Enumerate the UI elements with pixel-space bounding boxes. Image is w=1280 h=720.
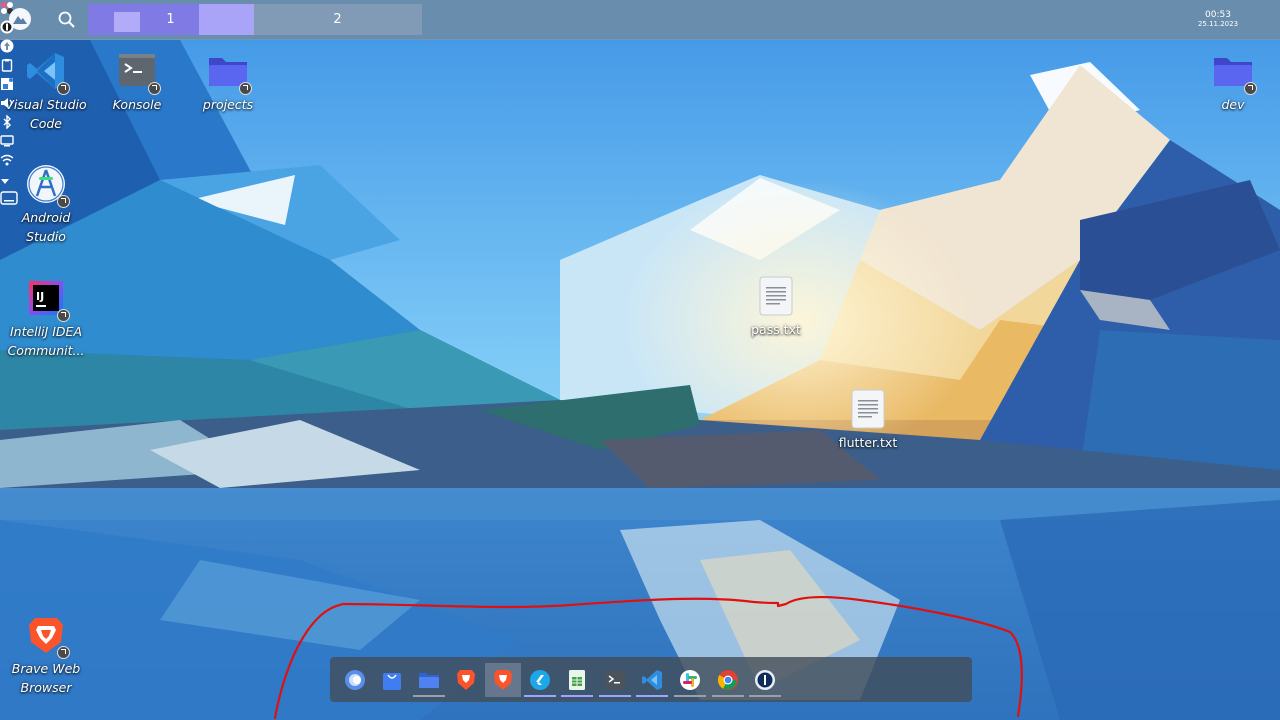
brave-icon <box>25 614 70 659</box>
window-thumbnail <box>114 12 140 32</box>
search-button[interactable] <box>57 10 77 30</box>
flutter-icon <box>530 670 550 690</box>
brave-icon <box>494 670 512 690</box>
window-thumbnail <box>199 4 254 35</box>
bluetooth-icon[interactable] <box>0 114 1280 133</box>
dock-item-toggle[interactable] <box>337 663 373 697</box>
svg-text:IJ: IJ <box>36 290 44 303</box>
dock-item-brave-active[interactable] <box>485 663 521 697</box>
slack-icon <box>680 670 700 690</box>
dock-item-slack[interactable] <box>672 663 708 697</box>
toggle-icon <box>345 670 365 690</box>
mountain-logo-icon <box>13 16 27 24</box>
virtual-desktop-pager: 1 2 <box>88 4 422 35</box>
desktop-icon-label: pass.txt <box>751 322 801 337</box>
desktop-number: 2 <box>333 12 342 27</box>
running-indicator <box>712 695 744 697</box>
vscode-icon <box>642 670 662 690</box>
application-launcher-button[interactable] <box>9 8 31 30</box>
running-indicator <box>413 695 445 697</box>
desktop-icon-label: Android Studio <box>21 210 71 244</box>
running-indicator <box>599 695 631 697</box>
terminal-icon <box>605 671 625 689</box>
dock-panel <box>330 657 972 702</box>
dock-item-store[interactable] <box>374 663 410 697</box>
running-indicator <box>636 695 668 697</box>
clock-time: 00:53 <box>1205 10 1231 20</box>
virtual-desktop-2[interactable]: 2 <box>253 4 422 35</box>
volume-icon[interactable] <box>0 95 1280 114</box>
clock-date: 25.11.2023 <box>1197 20 1239 28</box>
store-icon <box>383 673 401 690</box>
desktop-number: 1 <box>166 12 175 27</box>
intellij-icon: IJ <box>25 277 70 322</box>
running-indicator <box>674 695 706 697</box>
chrome-icon <box>717 670 738 690</box>
show-desktop-button[interactable] <box>0 190 18 209</box>
desktop-icon-label: IntelliJ IDEA Communit... <box>7 324 85 358</box>
desktop-icon-intellij-idea[interactable]: IJ IntelliJ IDEA Communit... <box>0 277 92 360</box>
desktop-icon-pass-txt[interactable]: pass.txt <box>730 275 822 339</box>
expand-tray-icon[interactable] <box>0 171 1280 190</box>
display-icon[interactable] <box>0 133 1280 152</box>
text-file-icon <box>755 275 797 317</box>
dock-item-terminal[interactable] <box>597 663 633 697</box>
clipboard-icon[interactable] <box>0 57 1280 76</box>
desktop-icon-label: flutter.txt <box>838 435 898 450</box>
spreadsheet-icon <box>569 670 585 690</box>
dock-item-vscode[interactable] <box>634 663 670 697</box>
wifi-icon[interactable] <box>0 152 1280 171</box>
dock-item-flutter[interactable] <box>522 663 558 697</box>
brave-icon <box>457 670 475 690</box>
desktop-icon-flutter-txt[interactable]: flutter.txt <box>822 388 914 452</box>
folder-icon <box>419 673 439 688</box>
dock-item-password-manager[interactable] <box>747 663 783 697</box>
dock-item-chrome[interactable] <box>710 663 746 697</box>
running-indicator <box>524 695 556 697</box>
search-icon <box>58 11 75 28</box>
updates-icon[interactable] <box>0 38 1280 57</box>
password-manager-icon <box>755 670 775 690</box>
running-indicator <box>561 695 593 697</box>
desktop-icon-brave-web-browser[interactable]: Brave Web Browser <box>0 614 92 697</box>
show-desktop-icon <box>0 191 18 205</box>
notes-icon[interactable] <box>0 76 1280 95</box>
text-file-icon <box>847 388 889 430</box>
virtual-desktop-1[interactable]: 1 <box>88 4 254 35</box>
dock-item-files[interactable] <box>411 663 447 697</box>
desktop-icon-label: Brave Web Browser <box>11 661 81 695</box>
running-indicator <box>749 695 781 697</box>
dock-item-spreadsheet[interactable] <box>559 663 595 697</box>
dock-item-brave[interactable] <box>448 663 484 697</box>
digital-clock[interactable]: 00:53 25.11.2023 <box>1196 11 1240 29</box>
top-panel: 1 2 00:53 25.11.2023 <box>0 0 1280 205</box>
